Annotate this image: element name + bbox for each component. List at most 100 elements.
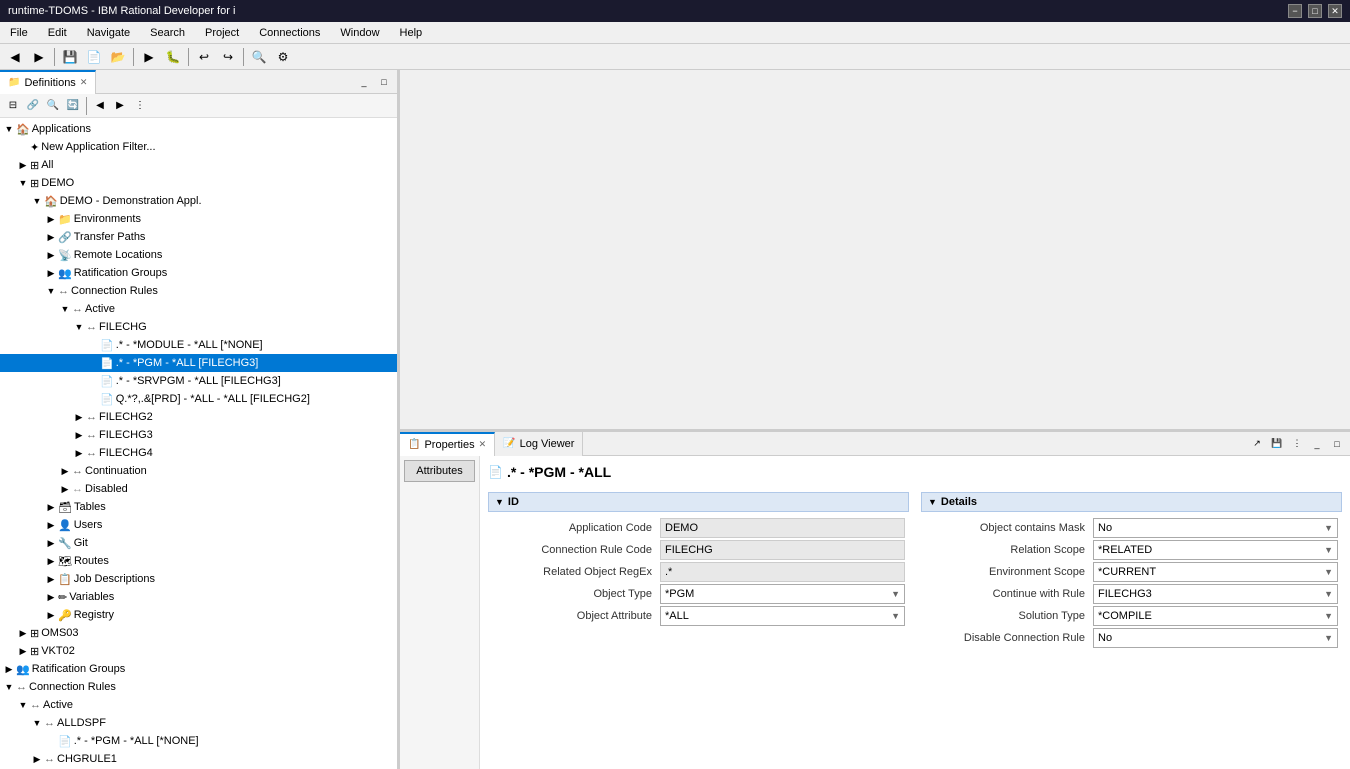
definitions-tab[interactable]: 📁 Definitions ✕	[0, 70, 96, 94]
toolbar-settings[interactable]: ⚙	[272, 46, 294, 68]
tree-oms03[interactable]: ▶ ⊞ OMS03	[0, 624, 397, 642]
job-descriptions-arrow[interactable]: ▶	[44, 574, 58, 585]
close-button[interactable]: ✕	[1328, 4, 1342, 18]
users-arrow[interactable]: ▶	[44, 520, 58, 531]
attributes-button[interactable]: Attributes	[404, 460, 475, 482]
bottom-export-btn[interactable]: ↗	[1248, 435, 1266, 453]
tree-filechg3[interactable]: ▶ ↔ FILECHG3	[0, 426, 397, 444]
bottom-menu-btn[interactable]: ⋮	[1288, 435, 1306, 453]
tree-pgm-rule[interactable]: 📄 .* - *PGM - *ALL [FILECHG3]	[0, 354, 397, 372]
tree-applications[interactable]: ▼ 🏠 Applications	[0, 120, 397, 138]
toolbar-search[interactable]: 🔍	[248, 46, 270, 68]
tree-chgrule1[interactable]: ▶ ↔ CHGRULE1	[0, 750, 397, 768]
tree-view[interactable]: ▼ 🏠 Applications ✦ New Application Filte…	[0, 118, 397, 769]
tree-registry[interactable]: ▶ 🔑 Registry	[0, 606, 397, 624]
tree-forward[interactable]: ▶	[111, 97, 129, 115]
tree-filechg4[interactable]: ▶ ↔ FILECHG4	[0, 444, 397, 462]
tree-users[interactable]: ▶ 👤 Users	[0, 516, 397, 534]
tree-continuation[interactable]: ▶ ↔ Continuation	[0, 462, 397, 480]
tree-environments[interactable]: ▶ 📁 Environments	[0, 210, 397, 228]
toolbar-undo[interactable]: ↩	[193, 46, 215, 68]
toolbar-save[interactable]: 💾	[59, 46, 81, 68]
definitions-tab-close[interactable]: ✕	[80, 77, 88, 88]
remote-locations-arrow[interactable]: ▶	[44, 250, 58, 261]
tree-alldspf[interactable]: ▼ ↔ ALLDSPF	[0, 714, 397, 732]
menu-navigate[interactable]: Navigate	[81, 25, 136, 41]
routes-arrow[interactable]: ▶	[44, 556, 58, 567]
tree-routes[interactable]: ▶ 🗺 Routes	[0, 552, 397, 570]
ratification-groups-arrow[interactable]: ▶	[44, 268, 58, 279]
variables-arrow[interactable]: ▶	[44, 592, 58, 603]
menu-connections[interactable]: Connections	[253, 25, 326, 41]
filechg2-arrow[interactable]: ▶	[72, 412, 86, 423]
solution-type-select[interactable]: *COMPILE ▼	[1093, 606, 1338, 626]
oms03-arrow[interactable]: ▶	[16, 628, 30, 639]
tree-all[interactable]: ▶ ⊞ All	[0, 156, 397, 174]
connection-rules-arrow[interactable]: ▼	[44, 286, 58, 296]
env-scope-select[interactable]: *CURRENT ▼	[1093, 562, 1338, 582]
bottom-maximize-btn[interactable]: □	[1328, 435, 1346, 453]
tree-menu[interactable]: ⋮	[131, 97, 149, 115]
log-viewer-tab[interactable]: 📝 Log Viewer	[495, 432, 583, 456]
tree-variables[interactable]: ▶ ✏ Variables	[0, 588, 397, 606]
toolbar-new[interactable]: 📄	[83, 46, 105, 68]
tree-ratification-groups[interactable]: ▶ 👥 Ratification Groups	[0, 264, 397, 282]
vkt02-arrow[interactable]: ▶	[16, 646, 30, 657]
object-type-select[interactable]: *PGM ▼	[660, 584, 905, 604]
menu-window[interactable]: Window	[334, 25, 385, 41]
tree-filechg[interactable]: ▼ ↔ FILECHG	[0, 318, 397, 336]
tree-disabled[interactable]: ▶ ↔ Disabled	[0, 480, 397, 498]
id-section-header[interactable]: ▼ ID	[488, 492, 909, 512]
minimize-button[interactable]: −	[1288, 4, 1302, 18]
menu-project[interactable]: Project	[199, 25, 245, 41]
tables-arrow[interactable]: ▶	[44, 502, 58, 513]
tree-new-app-filter[interactable]: ✦ New Application Filter...	[0, 138, 397, 156]
properties-tab[interactable]: 📋 Properties ✕	[400, 432, 495, 456]
maximize-view-btn[interactable]: □	[375, 73, 393, 91]
menu-file[interactable]: File	[4, 25, 34, 41]
toolbar-debug[interactable]: 🐛	[162, 46, 184, 68]
ratification-groups-root-arrow[interactable]: ▶	[2, 664, 16, 675]
minimize-view-btn[interactable]: _	[355, 73, 373, 91]
tree-collapse-all[interactable]: ⊟	[4, 97, 22, 115]
demo-arrow[interactable]: ▼	[16, 178, 30, 188]
tree-connection-rules[interactable]: ▼ ↔ Connection Rules	[0, 282, 397, 300]
tree-connection-rules-root[interactable]: ▼ ↔ Connection Rules	[0, 678, 397, 696]
toolbar-redo[interactable]: ↪	[217, 46, 239, 68]
continue-with-rule-select[interactable]: FILECHG3 ▼	[1093, 584, 1338, 604]
toolbar-back[interactable]: ◀	[4, 46, 26, 68]
bottom-save-btn[interactable]: 💾	[1268, 435, 1286, 453]
menu-search[interactable]: Search	[144, 25, 191, 41]
tree-demo-app[interactable]: ▼ 🏠 DEMO - Demonstration Appl.	[0, 192, 397, 210]
tree-srvpgm-rule[interactable]: 📄 .* - *SRVPGM - *ALL [FILECHG3]	[0, 372, 397, 390]
object-attr-select[interactable]: *ALL ▼	[660, 606, 905, 626]
tree-tables[interactable]: ▶ 🗃 Tables	[0, 498, 397, 516]
chgrule1-arrow[interactable]: ▶	[30, 754, 44, 765]
all-arrow[interactable]: ▶	[16, 160, 30, 171]
menu-edit[interactable]: Edit	[42, 25, 73, 41]
git-arrow[interactable]: ▶	[44, 538, 58, 549]
tree-job-descriptions[interactable]: ▶ 📋 Job Descriptions	[0, 570, 397, 588]
filechg-arrow[interactable]: ▼	[72, 322, 86, 332]
tree-active-root[interactable]: ▼ ↔ Active	[0, 696, 397, 714]
environments-arrow[interactable]: ▶	[44, 214, 58, 225]
toolbar-run[interactable]: ▶	[138, 46, 160, 68]
tree-ratification-groups-root[interactable]: ▶ 👥 Ratification Groups	[0, 660, 397, 678]
toolbar-forward[interactable]: ▶	[28, 46, 50, 68]
tree-transfer-paths[interactable]: ▶ 🔗 Transfer Paths	[0, 228, 397, 246]
disable-conn-rule-select[interactable]: No ▼	[1093, 628, 1338, 648]
relation-scope-select[interactable]: *RELATED ▼	[1093, 540, 1338, 560]
active-arrow[interactable]: ▼	[58, 304, 72, 314]
tree-vkt02[interactable]: ▶ ⊞ VKT02	[0, 642, 397, 660]
tree-module-rule[interactable]: 📄 .* - *MODULE - *ALL [*NONE]	[0, 336, 397, 354]
tree-link[interactable]: 🔗	[24, 97, 42, 115]
filechg3-arrow[interactable]: ▶	[72, 430, 86, 441]
menu-help[interactable]: Help	[394, 25, 429, 41]
details-section-header[interactable]: ▼ Details	[921, 492, 1342, 512]
active-root-arrow[interactable]: ▼	[16, 700, 30, 710]
tree-demo[interactable]: ▼ ⊞ DEMO	[0, 174, 397, 192]
tree-git[interactable]: ▶ 🔧 Git	[0, 534, 397, 552]
applications-arrow[interactable]: ▼	[2, 124, 16, 134]
tree-q-rule[interactable]: 📄 Q.*?,.&[PRD] - *ALL - *ALL [FILECHG2]	[0, 390, 397, 408]
bottom-minimize-btn[interactable]: _	[1308, 435, 1326, 453]
